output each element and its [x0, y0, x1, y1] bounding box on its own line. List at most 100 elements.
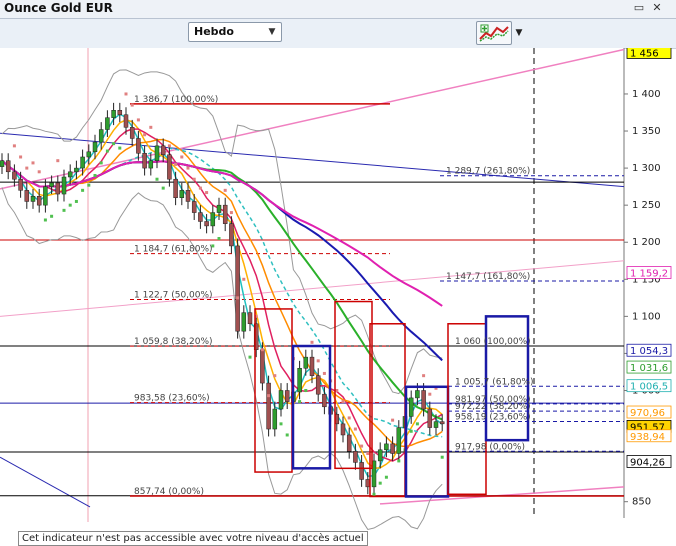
candle-body [18, 178, 23, 191]
candle-body [353, 451, 358, 463]
candle-body [154, 145, 160, 161]
sar-dot [310, 340, 314, 344]
candle-body [74, 167, 79, 173]
candle-body [322, 393, 327, 408]
candle-body [377, 449, 383, 462]
access-notice: Cet indicateur n'est pas accessible avec… [18, 531, 368, 546]
candle-body [24, 190, 30, 202]
candle-body [433, 421, 439, 428]
candle-body [315, 375, 321, 395]
sar-dot [56, 159, 60, 163]
candle-body [235, 245, 240, 332]
indicator-button[interactable] [476, 21, 512, 45]
candle-body [384, 443, 389, 451]
fib-label: 983,58 (23,60%) [134, 394, 210, 404]
sar-dot [248, 355, 252, 359]
price-tag-label: 970,96 [630, 408, 665, 419]
sar-dot [174, 162, 178, 166]
sar-dot [409, 429, 413, 433]
y-tick-label: 1 350 [632, 126, 661, 137]
sar-dot [360, 444, 364, 448]
y-tick-label: 1 250 [632, 200, 661, 211]
sar-dot [366, 452, 370, 456]
sar-dot [372, 492, 376, 496]
sar-dot [118, 146, 122, 150]
candle-body [222, 204, 228, 224]
sar-dot [124, 92, 128, 96]
sar-dot [217, 237, 221, 241]
close-icon[interactable]: ✕ [650, 1, 664, 15]
candle-body [136, 138, 141, 154]
fib-label: 1 059,8 (38,20%) [134, 337, 213, 347]
sar-dot [428, 392, 432, 396]
indicator-menu-arrow[interactable]: ▼ [513, 21, 525, 45]
sar-dot [205, 191, 209, 195]
sar-dot [155, 177, 159, 181]
sar-dot [180, 155, 184, 159]
candle-body [427, 408, 433, 428]
sar-dot [93, 174, 97, 178]
sar-dot [422, 374, 426, 378]
candle-body [117, 110, 123, 115]
candle-body [278, 390, 284, 410]
candle-body [142, 153, 147, 169]
candle-body [185, 190, 191, 202]
sar-dot [186, 166, 190, 170]
candle-body [415, 390, 420, 399]
sar-dot [198, 186, 202, 190]
y-tick-label: 1 400 [632, 89, 661, 100]
candle-body [396, 427, 402, 454]
candle-body [439, 421, 445, 425]
candle-body [61, 176, 67, 195]
sar-dot [279, 422, 283, 426]
sar-dot [12, 144, 16, 148]
price-chart[interactable]: 1 386,7 (100,00%) 1 184,7 (61,80%) 1 122,7… [0, 48, 676, 531]
sar-dot [304, 388, 308, 392]
fib-label: 1 060 (100,00%) [455, 337, 531, 347]
sar-dot [105, 149, 109, 153]
candle-body [390, 443, 395, 454]
price-tag-label: 1 456 [630, 48, 659, 59]
candle-body [148, 160, 154, 169]
candle-body [173, 178, 178, 198]
candle-body [86, 151, 92, 158]
sar-dot [31, 161, 35, 165]
candle-body [260, 349, 265, 384]
candle-body [49, 182, 54, 187]
price-tag-label: 904,26 [630, 457, 665, 468]
candle-body [55, 182, 61, 195]
sar-dot [378, 481, 382, 485]
candle-body [80, 156, 85, 169]
sar-dot [143, 133, 147, 137]
window-title: Ounce Gold EUR [4, 1, 113, 15]
price-tag-label: 1 054,3 [630, 346, 668, 357]
sar-dot [68, 203, 72, 207]
candle-body [160, 145, 166, 156]
fib-label: 917,98 (0,00%) [455, 442, 525, 452]
fib-label: 1 122,7 (50,00%) [134, 291, 213, 301]
sar-dot [62, 208, 66, 212]
candle-body [216, 204, 222, 213]
chevron-down-icon[interactable]: ▼ [265, 25, 279, 39]
sar-dot [223, 188, 227, 192]
sar-dot [136, 118, 140, 122]
sar-dot [415, 422, 419, 426]
restore-icon[interactable]: ▭ [632, 1, 646, 15]
sar-dot [161, 186, 165, 190]
sar-dot [353, 427, 357, 431]
period-select[interactable]: Hebdo ▼ [188, 22, 282, 42]
candle-body [198, 212, 203, 222]
candle-body [272, 408, 278, 430]
sar-dot [99, 161, 103, 165]
candle-body [204, 221, 209, 227]
price-tag-label: 938,94 [630, 432, 665, 443]
sar-dot [440, 455, 444, 459]
period-value: Hebdo [194, 25, 234, 38]
y-tick-label: 1 100 [632, 311, 661, 322]
sar-dot [81, 188, 85, 192]
sar-dot [267, 394, 271, 398]
candle-body [98, 129, 104, 143]
candle-body [241, 312, 247, 332]
sar-dot [229, 211, 233, 215]
candle-body [284, 390, 290, 402]
